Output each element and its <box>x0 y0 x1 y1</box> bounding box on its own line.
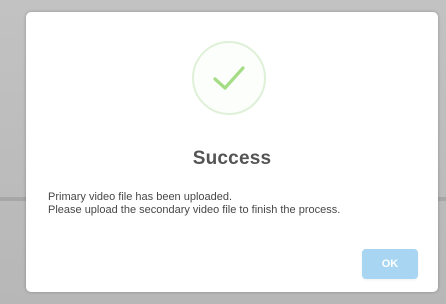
dialog-title: Success <box>192 148 272 169</box>
dialog-message-line-2: Please upload the secondary video file t… <box>48 204 341 216</box>
check-icon <box>213 66 245 90</box>
success-dialog: Success Primary video file has been uplo… <box>26 12 438 292</box>
checkmark-success-icon <box>192 41 266 115</box>
ok-button[interactable]: OK <box>362 249 418 279</box>
dialog-message-line-1: Primary video file has been uploaded. <box>48 191 233 203</box>
dialog-message: Primary video file has been uploaded. Pl… <box>48 191 428 217</box>
